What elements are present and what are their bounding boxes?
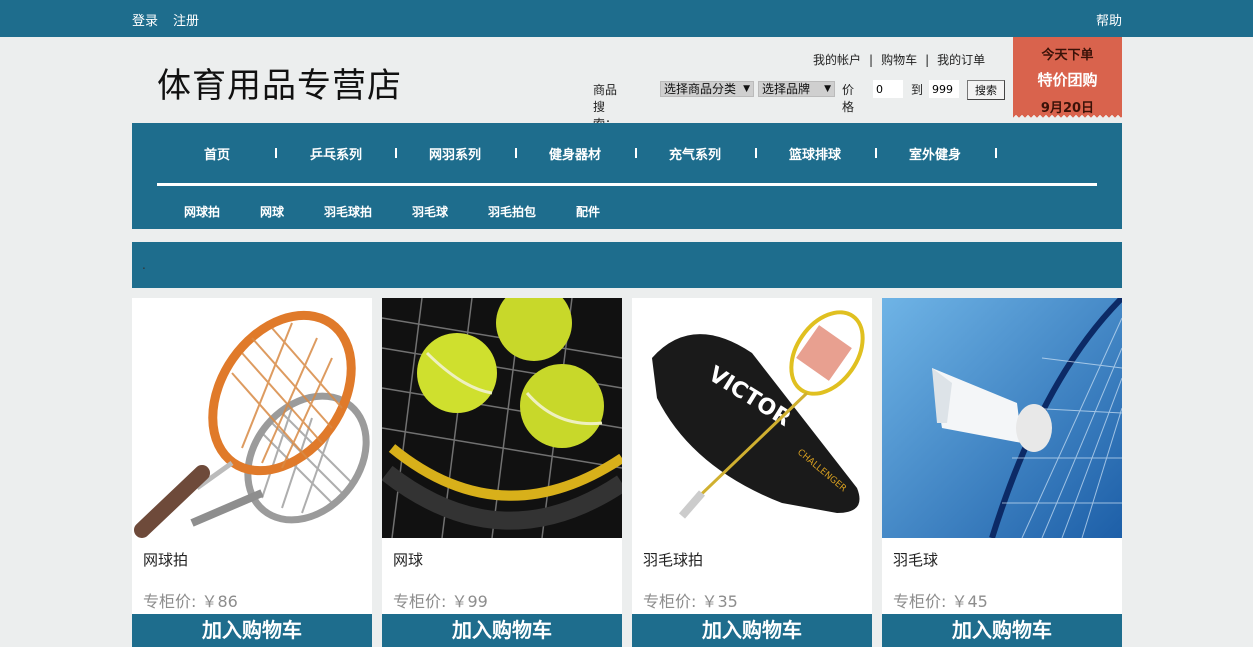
subnav-item-shuttlecock[interactable]: 羽毛球 — [412, 203, 448, 220]
my-orders-link[interactable]: 我的订单 — [937, 51, 985, 68]
product-price: 专柜价: ￥86 — [143, 592, 238, 611]
nav-item-pingpong[interactable]: 乒乓系列 — [310, 144, 362, 163]
main-nav: 首页 乒乓系列 网羽系列 健身器材 充气系列 篮球排球 室外健身 网球拍 网球 … — [132, 123, 1122, 229]
price-max-input[interactable] — [929, 80, 959, 98]
nav-item-outdoor[interactable]: 室外健身 — [909, 144, 961, 163]
brand-select-value: 选择品牌 — [762, 82, 811, 96]
store-logo[interactable]: 体育用品专营店 — [157, 58, 402, 107]
add-to-cart-button[interactable]: 加入购物车 — [382, 614, 622, 647]
nav-separator — [275, 148, 277, 158]
nav-separator — [755, 148, 757, 158]
product-name[interactable]: 羽毛球 — [893, 549, 938, 570]
nav-item-basketball-volleyball[interactable]: 篮球排球 — [789, 144, 841, 163]
product-image-tennis-balls[interactable] — [382, 298, 622, 538]
nav-item-fitness[interactable]: 健身器材 — [549, 144, 601, 163]
product-price: 专柜价: ￥35 — [643, 592, 738, 611]
top-bar: 登录 注册 帮助 — [0, 0, 1253, 37]
product-name[interactable]: 网球 — [393, 549, 423, 570]
register-link[interactable]: 注册 — [173, 10, 199, 29]
price-to-label: 到 — [911, 83, 924, 97]
promo-line2: 特价团购 — [1037, 71, 1098, 89]
subnav-item-tennis-ball[interactable]: 网球 — [260, 203, 284, 220]
price-label: 价格 — [842, 83, 855, 114]
category-select-value: 选择商品分类 — [664, 82, 737, 96]
nav-separator — [395, 148, 397, 158]
product-card[interactable]: 羽毛球 专柜价: ￥45 加入购物车 — [882, 298, 1122, 647]
product-name[interactable]: 网球拍 — [143, 549, 188, 570]
price-min-input[interactable] — [873, 80, 903, 98]
product-image-shuttlecock[interactable] — [882, 298, 1122, 538]
promo-tag[interactable]: 今天下单 特价团购 9月20日 — [1013, 37, 1122, 119]
login-link[interactable]: 登录 — [132, 10, 158, 29]
separator: | — [869, 53, 874, 67]
brand-select[interactable]: 选择品牌 ▼ — [758, 81, 835, 97]
add-to-cart-button[interactable]: 加入购物车 — [632, 614, 872, 647]
nav-separator — [875, 148, 877, 158]
dropdown-arrow-icon: ▼ — [743, 84, 750, 94]
banner-slider[interactable]: . — [132, 242, 1122, 288]
nav-item-home[interactable]: 首页 — [204, 144, 230, 163]
product-card[interactable]: 网球 专柜价: ￥99 加入购物车 — [382, 298, 622, 647]
nav-separator — [635, 148, 637, 158]
my-account-link[interactable]: 我的帐户 — [813, 51, 861, 68]
account-links: 我的帐户 | 购物车 | 我的订单 — [813, 51, 985, 68]
dropdown-arrow-icon: ▼ — [824, 84, 831, 94]
promo-zigzag-edge — [1013, 114, 1122, 119]
subnav-item-accessories[interactable]: 配件 — [576, 203, 600, 220]
promo-line1: 今天下单 — [1041, 48, 1094, 63]
help-link[interactable]: 帮助 — [1096, 10, 1122, 29]
subnav-item-racket[interactable]: 网球拍 — [184, 203, 220, 220]
nav-separator — [995, 148, 997, 158]
product-image-tennis-racket[interactable] — [132, 298, 372, 538]
product-price: 专柜价: ￥45 — [893, 592, 988, 611]
product-card[interactable]: 网球拍 专柜价: ￥86 加入购物车 — [132, 298, 372, 647]
cart-link[interactable]: 购物车 — [881, 51, 917, 68]
product-card[interactable]: VICTOR CHALLENGER 羽毛球拍 专柜价: ￥35 加入购物车 — [632, 298, 872, 647]
product-name[interactable]: 羽毛球拍 — [643, 549, 703, 570]
nav-separator — [515, 148, 517, 158]
subnav-item-badminton-racket[interactable]: 羽毛球拍 — [324, 203, 372, 220]
category-select[interactable]: 选择商品分类 ▼ — [660, 81, 754, 97]
product-image-badminton-racket[interactable]: VICTOR CHALLENGER — [632, 298, 872, 538]
nav-item-inflatable[interactable]: 充气系列 — [669, 144, 721, 163]
subnav-item-racket-bag[interactable]: 羽毛拍包 — [488, 203, 536, 220]
add-to-cart-button[interactable]: 加入购物车 — [882, 614, 1122, 647]
banner-text: . — [142, 258, 146, 272]
separator: | — [925, 53, 930, 67]
nav-divider — [157, 183, 1097, 186]
search-button[interactable]: 搜索 — [967, 80, 1005, 100]
nav-item-tennis-badminton[interactable]: 网羽系列 — [429, 144, 481, 163]
add-to-cart-button[interactable]: 加入购物车 — [132, 614, 372, 647]
product-price: 专柜价: ￥99 — [393, 592, 488, 611]
